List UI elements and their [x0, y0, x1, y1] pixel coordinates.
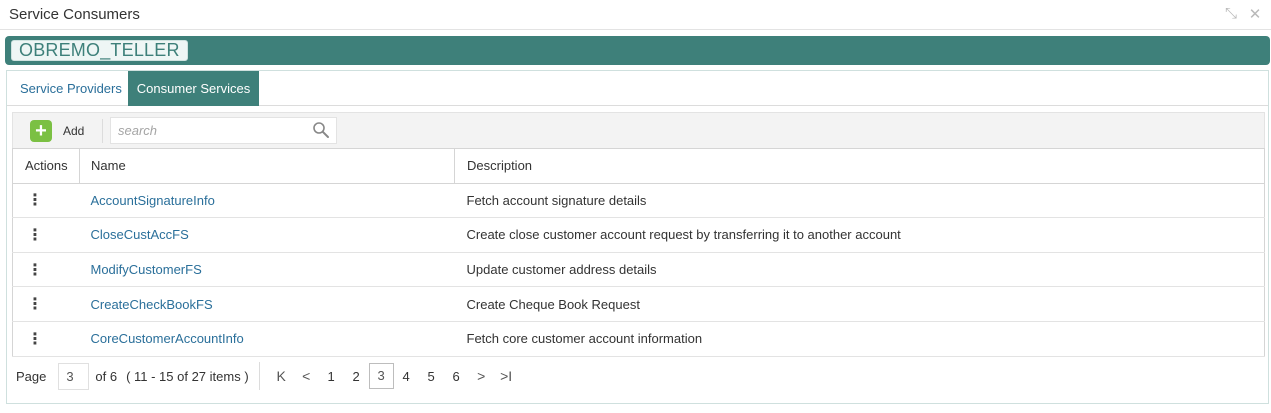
service-description: Fetch account signature details — [454, 183, 1265, 219]
search-box — [110, 117, 337, 144]
service-description: Create Cheque Book Request — [454, 286, 1265, 322]
tab-consumer-services[interactable]: Consumer Services — [128, 71, 259, 106]
minimize-icon[interactable]: ⤡ — [1223, 5, 1239, 23]
service-description: Create close customer account request by… — [454, 217, 1265, 253]
toolbar-divider — [102, 119, 103, 143]
service-name-link[interactable]: CoreCustomerAccountInfo — [79, 321, 455, 357]
row-actions-menu-icon[interactable]: ⋮ — [12, 183, 80, 219]
table-row: ⋮ ModifyCustomerFS Update customer addre… — [12, 252, 1265, 288]
page-link[interactable]: 5 — [419, 369, 444, 384]
window-titlebar: Service Consumers ⤡ ✕ — [0, 0, 1271, 30]
previous-page-icon[interactable]: < — [294, 368, 319, 384]
service-name-link[interactable]: CloseCustAccFS — [79, 217, 455, 253]
page-number-input[interactable]: 3 — [58, 362, 90, 390]
page-link[interactable]: 4 — [394, 369, 419, 384]
search-icon[interactable] — [312, 121, 330, 139]
pagination: Page 3 of 6 ( 11 - 15 of 27 items ) K < … — [16, 362, 519, 390]
table-row: ⋮ CoreCustomerAccountInfo Fetch core cus… — [12, 321, 1265, 357]
first-page-icon[interactable]: K — [269, 368, 294, 384]
window-title: Service Consumers — [9, 6, 140, 23]
plus-icon: + — [30, 120, 52, 142]
row-actions-menu-icon[interactable]: ⋮ — [12, 286, 80, 322]
header-name[interactable]: Name — [79, 148, 455, 184]
grid-toolbar: + Add — [12, 112, 1265, 148]
search-input[interactable] — [111, 118, 307, 143]
header-description[interactable]: Description — [454, 148, 1265, 184]
table-row: ⋮ CloseCustAccFS Create close customer a… — [12, 217, 1265, 253]
page-label: Page — [16, 368, 47, 384]
next-page-icon[interactable]: > — [469, 368, 494, 384]
table-row: ⋮ CreateCheckBookFS Create Cheque Book R… — [12, 286, 1265, 322]
header-banner: OBREMO_TELLER — [5, 36, 1270, 65]
consumer-name-chip: OBREMO_TELLER — [11, 40, 188, 61]
page-count: of 6 — [95, 368, 118, 384]
page-link[interactable]: 1 — [319, 369, 344, 384]
table-header-row: Actions Name Description — [12, 148, 1265, 184]
pager-divider — [258, 362, 260, 390]
services-table: Actions Name Description ⋮ AccountSignat… — [12, 148, 1265, 357]
service-description: Fetch core customer account information — [454, 321, 1265, 357]
tab-service-providers[interactable]: Service Providers — [7, 71, 135, 106]
add-button-label: Add — [63, 124, 85, 138]
service-description: Update customer address details — [454, 252, 1265, 288]
add-button[interactable]: + Add — [30, 120, 84, 142]
close-icon[interactable]: ✕ — [1247, 5, 1263, 23]
row-actions-menu-icon[interactable]: ⋮ — [12, 321, 80, 357]
service-name-link[interactable]: ModifyCustomerFS — [79, 252, 455, 288]
window-controls: ⤡ ✕ — [1223, 5, 1263, 23]
service-name-link[interactable]: AccountSignatureInfo — [79, 183, 455, 219]
service-name-link[interactable]: CreateCheckBookFS — [79, 286, 455, 322]
tab-bar: Service Providers Consumer Services — [7, 71, 1268, 106]
page-link[interactable]: 6 — [444, 369, 469, 384]
page-link[interactable]: 2 — [344, 369, 369, 384]
table-row: ⋮ AccountSignatureInfo Fetch account sig… — [12, 183, 1265, 219]
header-actions: Actions — [12, 148, 80, 184]
content-panel: Service Providers Consumer Services + Ad… — [6, 70, 1269, 404]
row-actions-menu-icon[interactable]: ⋮ — [12, 252, 80, 288]
page-link-current[interactable]: 3 — [368, 363, 394, 389]
row-actions-menu-icon[interactable]: ⋮ — [12, 217, 80, 253]
last-page-icon[interactable]: >I — [494, 368, 519, 384]
items-range: ( 11 - 15 of 27 items ) — [126, 368, 249, 384]
